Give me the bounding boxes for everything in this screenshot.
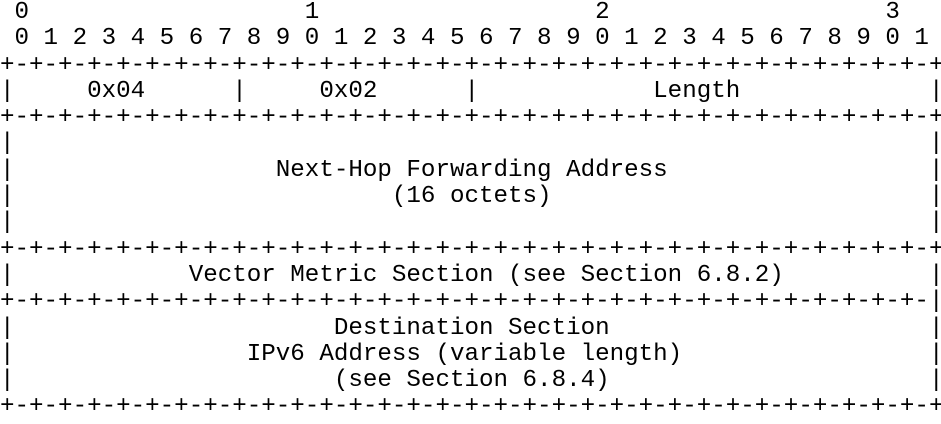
packet-format-diagram: 0 1 2 3 0 1 2 3 4 5 6 7 8 9 0 1 2 3 4 5 … [0,0,941,424]
next-hop-address-label: | Next-Hop Forwarding Address | [0,156,941,184]
header-fields-row: | 0x04 | 0x02 | Length | [0,77,941,105]
destination-section-label: | Destination Section | [0,314,941,342]
next-hop-size-label: | (16 octets) | [0,183,941,211]
next-hop-blank-row: | | [0,130,941,158]
border-line: +-+-+-+-+-+-+-+-+-+-+-+-+-+-+-+-+-+-+-+-… [0,235,941,263]
bit-ruler-units: 0 1 2 3 4 5 6 7 8 9 0 1 2 3 4 5 6 7 8 9 … [0,25,929,53]
bit-ruler-tens: 0 1 2 3 [0,0,900,26]
ipv6-address-label: | IPv6 Address (variable length) | [0,340,941,368]
border-line: +-+-+-+-+-+-+-+-+-+-+-+-+-+-+-+-+-+-+-+-… [0,288,941,316]
border-line: +-+-+-+-+-+-+-+-+-+-+-+-+-+-+-+-+-+-+-+-… [0,393,941,421]
vector-metric-section-label: | Vector Metric Section (see Section 6.8… [0,261,941,289]
ascii-packet-art: 0 1 2 3 0 1 2 3 4 5 6 7 8 9 0 1 2 3 4 5 … [0,0,941,421]
destination-reference-label: | (see Section 6.8.4) | [0,367,941,395]
next-hop-blank-row: | | [0,209,941,237]
border-line: +-+-+-+-+-+-+-+-+-+-+-+-+-+-+-+-+-+-+-+-… [0,51,941,79]
border-line: +-+-+-+-+-+-+-+-+-+-+-+-+-+-+-+-+-+-+-+-… [0,104,941,132]
